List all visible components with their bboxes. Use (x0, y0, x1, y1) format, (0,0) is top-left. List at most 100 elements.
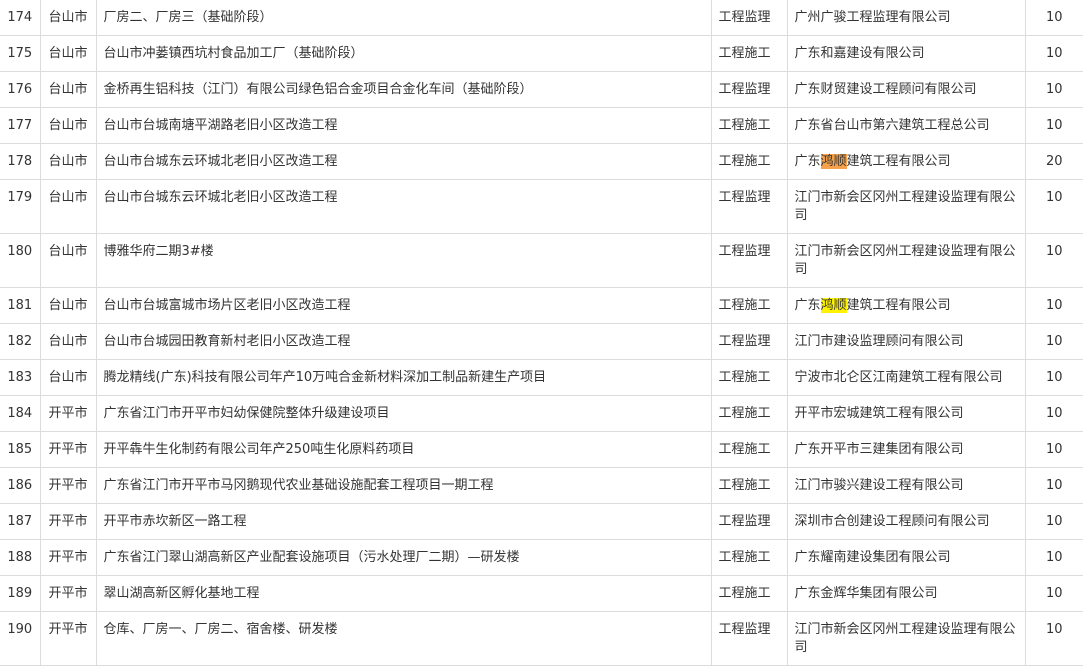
project-cell: 台山市台城南塘平湖路老旧小区改造工程 (96, 107, 712, 144)
company-text: 江门市新会区冈州工程建设监理有限公司 (794, 190, 1016, 223)
score-cell: 10 (1025, 71, 1083, 108)
city-cell: 开平市 (40, 575, 97, 612)
row-number: 177 (0, 107, 41, 144)
company-text: 广州广骏工程监理有限公司 (794, 10, 951, 25)
type-cell: 工程施工 (711, 287, 788, 324)
city-cell: 台山市 (40, 0, 97, 36)
city-cell: 台山市 (40, 71, 97, 108)
company-cell: 广东鸿顺建筑工程有限公司 (787, 287, 1026, 324)
type-cell: 工程施工 (711, 35, 788, 72)
company-cell: 广东省台山市第六建筑工程总公司 (787, 107, 1026, 144)
city-cell: 开平市 (40, 395, 97, 432)
score-cell: 10 (1025, 503, 1083, 540)
project-cell: 翠山湖高新区孵化基地工程 (96, 575, 712, 612)
company-cell: 江门市新会区冈州工程建设监理有限公司 (787, 233, 1026, 288)
table-row: 178 台山市 台山市台城东云环城北老旧小区改造工程 工程施工 广东鸿顺建筑工程… (0, 143, 1083, 180)
score-cell: 10 (1025, 323, 1083, 360)
table-row: 189 开平市 翠山湖高新区孵化基地工程 工程施工 广东金辉华集团有限公司 10 (0, 575, 1083, 612)
row-number: 190 (0, 611, 41, 666)
score-cell: 10 (1025, 359, 1083, 396)
company-text: 广东耀南建设集团有限公司 (794, 550, 951, 565)
search-highlight: 鸿顺 (820, 298, 847, 313)
score-cell: 10 (1025, 395, 1083, 432)
company-text: 广东和嘉建设有限公司 (794, 46, 925, 61)
project-cell: 开平犇牛生化制药有限公司年产250吨生化原料药项目 (96, 431, 712, 468)
company-text: 江门市新会区冈州工程建设监理有限公司 (794, 622, 1016, 655)
project-cell: 广东省江门翠山湖高新区产业配套设施项目（污水处理厂二期）—研发楼 (96, 539, 712, 576)
city-cell: 台山市 (40, 35, 97, 72)
city-cell: 台山市 (40, 287, 97, 324)
company-text: 开平市宏城建筑工程有限公司 (794, 406, 964, 421)
row-number: 176 (0, 71, 41, 108)
table-row: 187 开平市 开平市赤坎新区一路工程 工程监理 深圳市合创建设工程顾问有限公司… (0, 503, 1083, 540)
company-text: 广东省台山市第六建筑工程总公司 (794, 118, 990, 133)
table-row: 185 开平市 开平犇牛生化制药有限公司年产250吨生化原料药项目 工程施工 广… (0, 431, 1083, 468)
type-cell: 工程监理 (711, 0, 788, 36)
row-number: 181 (0, 287, 41, 324)
company-text: 江门市建设监理顾问有限公司 (794, 334, 964, 349)
company-text: 广东财贸建设工程顾问有限公司 (794, 82, 977, 97)
city-cell: 开平市 (40, 611, 97, 666)
project-cell: 厂房二、厂房三（基础阶段） (96, 0, 712, 36)
city-cell: 台山市 (40, 143, 97, 180)
type-cell: 工程监理 (711, 323, 788, 360)
project-cell: 台山市台城东云环城北老旧小区改造工程 (96, 179, 712, 234)
table-body: 174 台山市 厂房二、厂房三（基础阶段） 工程监理 广州广骏工程监理有限公司 … (0, 0, 1083, 666)
project-cell: 台山市台城富城市场片区老旧小区改造工程 (96, 287, 712, 324)
company-cell: 广东开平市三建集团有限公司 (787, 431, 1026, 468)
row-number: 187 (0, 503, 41, 540)
type-cell: 工程监理 (711, 179, 788, 234)
row-number: 186 (0, 467, 41, 504)
company-cell: 广东财贸建设工程顾问有限公司 (787, 71, 1026, 108)
score-cell: 10 (1025, 287, 1083, 324)
score-cell: 10 (1025, 0, 1083, 36)
type-cell: 工程施工 (711, 431, 788, 468)
type-cell: 工程施工 (711, 467, 788, 504)
city-cell: 开平市 (40, 431, 97, 468)
score-cell: 10 (1025, 467, 1083, 504)
type-cell: 工程施工 (711, 539, 788, 576)
row-number: 184 (0, 395, 41, 432)
table-row: 183 台山市 腾龙精线(广东)科技有限公司年产10万吨合金新材料深加工制品新建… (0, 359, 1083, 396)
score-cell: 10 (1025, 107, 1083, 144)
company-text: 江门市骏兴建设工程有限公司 (794, 478, 964, 493)
table-row: 182 台山市 台山市台城园田教育新村老旧小区改造工程 工程监理 江门市建设监理… (0, 323, 1083, 360)
score-cell: 20 (1025, 143, 1083, 180)
row-number: 174 (0, 0, 41, 36)
score-cell: 10 (1025, 179, 1083, 234)
company-text: 广东开平市三建集团有限公司 (794, 442, 964, 457)
company-cell: 开平市宏城建筑工程有限公司 (787, 395, 1026, 432)
type-cell: 工程施工 (711, 575, 788, 612)
type-cell: 工程监理 (711, 71, 788, 108)
project-cell: 广东省江门市开平市马冈鹅现代农业基础设施配套工程项目一期工程 (96, 467, 712, 504)
project-cell: 台山市台城园田教育新村老旧小区改造工程 (96, 323, 712, 360)
row-number: 180 (0, 233, 41, 288)
table-row: 179 台山市 台山市台城东云环城北老旧小区改造工程 工程监理 江门市新会区冈州… (0, 179, 1083, 234)
score-cell: 10 (1025, 611, 1083, 666)
company-cell: 广东耀南建设集团有限公司 (787, 539, 1026, 576)
row-number: 188 (0, 539, 41, 576)
company-cell: 深圳市合创建设工程顾问有限公司 (787, 503, 1026, 540)
row-number: 178 (0, 143, 41, 180)
table-row: 186 开平市 广东省江门市开平市马冈鹅现代农业基础设施配套工程项目一期工程 工… (0, 467, 1083, 504)
city-cell: 开平市 (40, 503, 97, 540)
company-cell: 广东和嘉建设有限公司 (787, 35, 1026, 72)
row-number: 189 (0, 575, 41, 612)
company-text: 深圳市合创建设工程顾问有限公司 (794, 514, 990, 529)
row-number: 179 (0, 179, 41, 234)
row-number: 175 (0, 35, 41, 72)
type-cell: 工程施工 (711, 359, 788, 396)
type-cell: 工程监理 (711, 503, 788, 540)
city-cell: 台山市 (40, 359, 97, 396)
table-row: 181 台山市 台山市台城富城市场片区老旧小区改造工程 工程施工 广东鸿顺建筑工… (0, 287, 1083, 324)
row-number: 182 (0, 323, 41, 360)
table-row: 190 开平市 仓库、厂房一、厂房二、宿舍楼、研发楼 工程监理 江门市新会区冈州… (0, 611, 1083, 666)
score-cell: 10 (1025, 575, 1083, 612)
row-number: 183 (0, 359, 41, 396)
project-cell: 广东省江门市开平市妇幼保健院整体升级建设项目 (96, 395, 712, 432)
table-row: 188 开平市 广东省江门翠山湖高新区产业配套设施项目（污水处理厂二期）—研发楼… (0, 539, 1083, 576)
table-row: 180 台山市 博雅华府二期3#楼 工程监理 江门市新会区冈州工程建设监理有限公… (0, 233, 1083, 288)
table-row: 175 台山市 台山市冲蒌镇西坑村食品加工厂（基础阶段） 工程施工 广东和嘉建设… (0, 35, 1083, 72)
company-cell: 广州广骏工程监理有限公司 (787, 0, 1026, 36)
type-cell: 工程监理 (711, 233, 788, 288)
